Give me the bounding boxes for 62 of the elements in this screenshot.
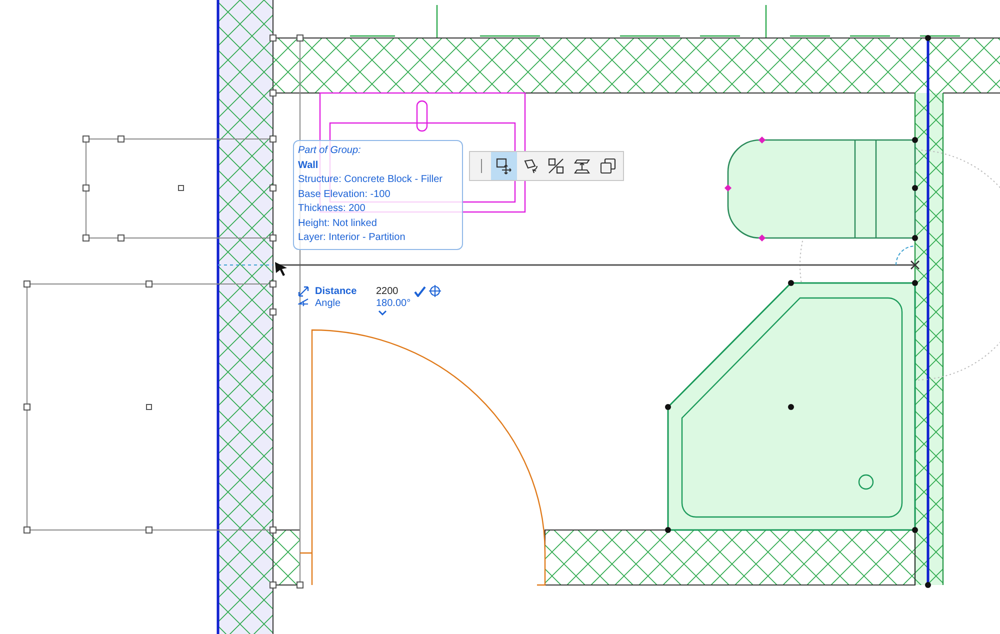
node-point[interactable] (788, 404, 794, 410)
cross-marker-icon (910, 260, 920, 270)
snap-arc (896, 246, 916, 266)
selection-handle[interactable] (82, 234, 90, 242)
tooltip-line: Height: Not linked (298, 216, 378, 230)
tooltip-line: Layer: Interior - Partition (298, 231, 406, 245)
node-point[interactable] (925, 582, 931, 588)
node-point[interactable] (912, 280, 918, 286)
move-button[interactable] (491, 152, 517, 180)
tooltip-title: Wall (298, 158, 320, 172)
tooltip-header: Part of Group: (298, 144, 362, 158)
node-point[interactable] (665, 404, 671, 410)
selection-handle[interactable] (270, 184, 276, 192)
hotspot-point[interactable] (758, 136, 766, 144)
selection-handle[interactable] (82, 184, 90, 192)
node-point[interactable] (912, 185, 918, 191)
tracker-value[interactable]: 2200 (376, 286, 411, 296)
mirror-icon (547, 157, 565, 175)
selection-handle[interactable] (270, 308, 276, 316)
selection-handle[interactable] (270, 582, 276, 588)
chevron-down-icon[interactable] (378, 310, 387, 316)
copy-icon (599, 157, 617, 175)
node-point[interactable] (912, 137, 918, 143)
node-point[interactable] (665, 527, 671, 533)
selection-handle[interactable] (296, 34, 304, 42)
cursor-icon (275, 262, 287, 276)
tooltip-line: Structure: Concrete Block - Filler (298, 173, 444, 187)
selection-handle[interactable] (270, 34, 276, 42)
selection-handle[interactable] (118, 234, 124, 242)
node-point[interactable] (912, 235, 918, 241)
elevate-icon (573, 157, 591, 175)
selection-handle[interactable] (270, 280, 276, 288)
hotspot-point[interactable] (724, 184, 732, 192)
tooltip-line: Thickness: 200 (298, 202, 366, 216)
check-icon[interactable] (414, 286, 426, 296)
selection-handle[interactable] (146, 280, 152, 288)
selection-handle[interactable] (146, 526, 152, 534)
selection-handle[interactable] (24, 526, 30, 534)
tracker-value[interactable]: 180.00° (376, 298, 411, 309)
tracker-label: Distance (315, 286, 358, 296)
tracker-label: Angle (315, 298, 342, 309)
selection-handle[interactable] (24, 404, 30, 410)
selection-handle[interactable] (24, 280, 30, 288)
center-point (178, 185, 184, 191)
selection-handle[interactable] (270, 526, 276, 534)
move-icon (495, 157, 513, 175)
node-point[interactable] (788, 280, 794, 286)
selection-handle[interactable] (296, 582, 304, 588)
center-point (146, 404, 152, 410)
selection-handle[interactable] (118, 136, 124, 142)
node-point[interactable] (925, 35, 931, 41)
angle-icon (298, 298, 309, 309)
node-point[interactable] (912, 527, 918, 533)
tooltip-line: Base Elevation: -100 (298, 188, 392, 202)
selection-handle[interactable] (82, 136, 90, 142)
selection-handle[interactable] (270, 234, 276, 242)
guide-line (218, 264, 274, 266)
selection-handle[interactable] (270, 90, 276, 96)
target-icon[interactable] (428, 285, 441, 297)
selection-handle[interactable] (270, 136, 276, 142)
diagonal-arrow-icon (298, 286, 309, 296)
hotspot-point[interactable] (758, 234, 766, 242)
